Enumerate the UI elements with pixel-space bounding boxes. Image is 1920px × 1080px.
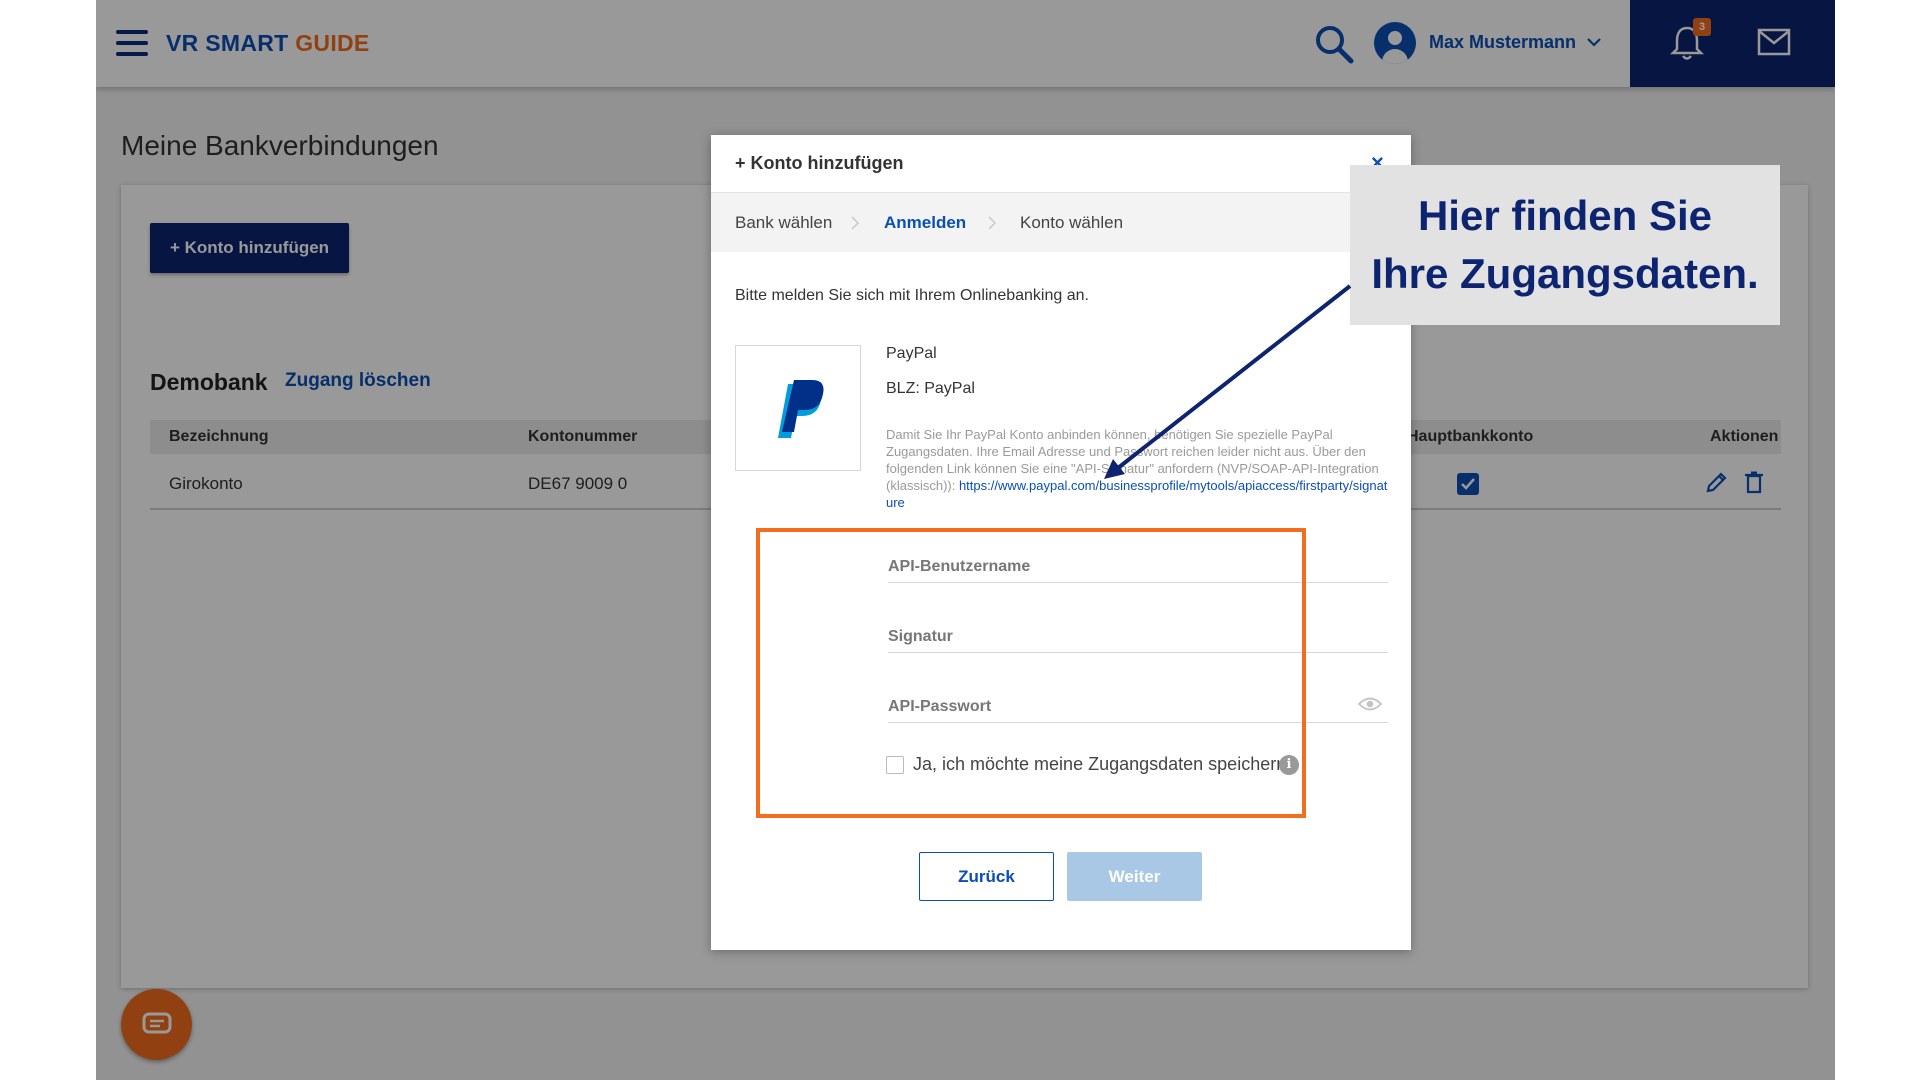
chevron-right-icon bbox=[988, 216, 997, 230]
save-credentials-label[interactable]: Ja, ich möchte meine Zugangsdaten speich… bbox=[913, 754, 1286, 775]
login-instruction: Bitte melden Sie sich mit Ihrem Onlineba… bbox=[735, 287, 1089, 304]
annotation-line-1: Hier finden Sie bbox=[1417, 192, 1713, 239]
annotation-line-2: Ihre Zugangsdaten. bbox=[1371, 250, 1759, 297]
wizard-steps: Bank wählen Anmelden Konto wählen bbox=[711, 193, 1411, 252]
dialog-title: + Konto hinzufügen bbox=[735, 153, 904, 173]
annotation-callout: Hier finden Sie Ihre Zugangsdaten. bbox=[1350, 165, 1780, 325]
eye-icon[interactable] bbox=[1358, 696, 1382, 712]
bank-logo-box bbox=[735, 345, 861, 471]
api-password-placeholder: API-Passwort bbox=[888, 698, 992, 715]
signature-input[interactable]: Signatur bbox=[888, 613, 1388, 653]
bank-label: PayPal bbox=[886, 345, 937, 362]
signature-placeholder: Signatur bbox=[888, 628, 953, 645]
step-login[interactable]: Anmelden bbox=[884, 213, 966, 233]
back-button[interactable]: Zurück bbox=[919, 852, 1054, 901]
info-icon[interactable]: i bbox=[1279, 755, 1299, 775]
paypal-logo bbox=[778, 380, 824, 438]
app-window: VR SMART GUIDE Max Mustermann 3 Meine Ba… bbox=[96, 0, 1835, 1080]
step-choose-account[interactable]: Konto wählen bbox=[1020, 213, 1123, 233]
api-signature-link[interactable]: https://www.paypal.com/businessprofile/m… bbox=[886, 478, 1387, 510]
next-button[interactable]: Weiter bbox=[1067, 852, 1202, 901]
chevron-right-icon bbox=[851, 216, 860, 230]
api-password-input[interactable]: API-Passwort bbox=[888, 683, 1388, 723]
annotation-text: Hier finden Sie Ihre Zugangsdaten. bbox=[1371, 187, 1758, 303]
step-choose-bank[interactable]: Bank wählen bbox=[735, 213, 832, 233]
api-username-placeholder: API-Benutzername bbox=[888, 558, 1031, 575]
bank-code-label: BLZ: PayPal bbox=[886, 380, 975, 397]
api-username-input[interactable]: API-Benutzername bbox=[888, 543, 1388, 583]
help-text: Damit Sie Ihr PayPal Konto anbinden könn… bbox=[886, 426, 1391, 511]
dialog-header: + Konto hinzufügen × bbox=[711, 135, 1411, 193]
add-account-dialog: + Konto hinzufügen × Bank wählen Anmelde… bbox=[711, 135, 1411, 950]
save-credentials-checkbox[interactable] bbox=[886, 756, 904, 774]
